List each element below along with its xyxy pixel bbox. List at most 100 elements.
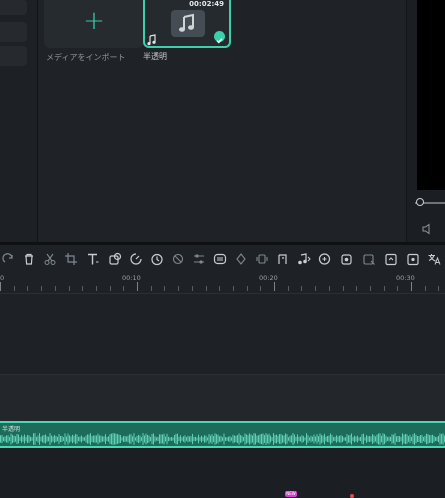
waveform-bar — [273, 433, 274, 445]
waveform-bar — [130, 434, 132, 444]
waveform-bar — [367, 436, 369, 442]
split-icon[interactable] — [43, 251, 57, 265]
waveform-bar — [40, 436, 42, 442]
ruler-label: 0 — [0, 274, 5, 282]
freeze-icon[interactable] — [171, 251, 185, 265]
ruler-label: 00:30 — [396, 274, 415, 282]
audio-clip[interactable]: 半透明 — [0, 421, 445, 448]
timeline-toolbar: NEW — [0, 245, 445, 498]
waveform-bar — [51, 435, 52, 443]
waveform-bar — [69, 435, 70, 443]
waveform-bar — [219, 436, 220, 442]
waveform-bar — [70, 436, 72, 442]
keyframe-icon[interactable] — [234, 251, 248, 265]
import-media-button[interactable]: + — [44, 0, 144, 48]
duration-icon[interactable] — [150, 251, 164, 266]
zoom-slider-handle[interactable] — [416, 198, 424, 206]
empty-track[interactable] — [0, 374, 445, 421]
waveform-bar — [57, 436, 58, 442]
waveform-bar — [304, 437, 306, 441]
waveform-bar — [352, 437, 354, 441]
waveform-bar — [124, 435, 126, 443]
waveform-bar — [382, 433, 384, 445]
import-media-label: メディアをインポート — [46, 53, 126, 62]
waveform-bar — [9, 437, 10, 441]
waveform-bar — [205, 435, 207, 443]
snapshot-icon[interactable] — [406, 251, 420, 266]
waveform-bar — [187, 435, 189, 443]
crop-icon[interactable] — [64, 251, 78, 265]
waveform-bar — [240, 435, 241, 443]
stabilize-icon[interactable] — [255, 251, 269, 265]
waveform-bar — [138, 434, 139, 444]
translate-icon[interactable] — [427, 251, 441, 265]
waveform-bar — [333, 437, 334, 441]
waveform-bar — [45, 434, 46, 444]
waveform-bar — [133, 433, 135, 445]
waveform-bar — [277, 435, 279, 443]
waveform-bar — [355, 436, 357, 442]
left-panel-item[interactable] — [0, 46, 27, 66]
waveform-bar — [4, 436, 6, 442]
audio-ducking-icon[interactable] — [318, 251, 332, 265]
ruler-tick — [123, 286, 125, 291]
waveform-bar — [228, 436, 229, 442]
waveform-bar — [63, 437, 64, 441]
beat-sync-icon[interactable] — [276, 251, 290, 265]
waveform-bar — [411, 436, 412, 442]
notification-dot — [350, 494, 354, 498]
ruler-tick — [41, 286, 43, 291]
waveform-bar — [345, 437, 346, 441]
adjust-icon[interactable] — [192, 251, 206, 265]
ruler-tick — [342, 286, 344, 291]
waveform-bar — [301, 435, 303, 443]
ruler-tick — [397, 286, 399, 291]
waveform-bar — [102, 436, 103, 442]
waveform-bar — [163, 433, 165, 445]
waveform-bar — [88, 434, 90, 444]
redo-icon[interactable] — [2, 251, 16, 265]
waveform-bar — [325, 436, 327, 442]
waveform-bar — [379, 433, 381, 445]
speed-icon[interactable] — [129, 251, 143, 265]
ruler-tick — [356, 286, 358, 291]
audio-stretch-icon[interactable] — [297, 251, 311, 265]
waveform-bar — [127, 435, 129, 443]
video-track[interactable] — [0, 294, 445, 374]
waveform-bar — [369, 435, 370, 443]
waveform-bar — [79, 436, 81, 442]
checkmark-icon — [214, 31, 225, 44]
waveform-bar — [6, 435, 7, 443]
waveform-bar — [319, 433, 321, 445]
ruler-tick — [328, 286, 330, 291]
waveform-bar — [361, 434, 363, 444]
volume-icon[interactable] — [421, 220, 433, 239]
waveform-bar — [7, 435, 9, 443]
waveform-bar — [49, 433, 51, 445]
waveform-bar — [420, 434, 421, 444]
left-panel-item[interactable] — [0, 22, 27, 42]
waveform-bar — [336, 435, 337, 443]
empty-track[interactable] — [0, 448, 445, 480]
text-icon[interactable] — [86, 251, 100, 265]
delete-icon[interactable] — [22, 251, 36, 265]
waveform-bar — [312, 436, 313, 442]
record-icon[interactable] — [340, 251, 354, 265]
export-frame-icon[interactable] — [384, 251, 398, 266]
waveform-bar — [12, 434, 13, 444]
waveform-bar — [328, 435, 330, 443]
mask-icon[interactable] — [108, 251, 122, 265]
ai-cutout-icon[interactable] — [213, 251, 227, 265]
timeline-ruler[interactable]: 0 00:10 00:20 00:30 — [0, 271, 445, 294]
waveform-bar — [117, 434, 118, 444]
waveform-bar — [249, 433, 250, 445]
left-panel-item[interactable] — [0, 0, 27, 15]
waveform-bar — [363, 433, 364, 445]
smart-cutout-icon[interactable] — [362, 251, 376, 265]
waveform-bar — [82, 437, 84, 441]
waveform-bar — [37, 435, 39, 443]
waveform-bar — [76, 434, 78, 444]
clip-duration: 00:02:49 — [189, 0, 224, 8]
waveform-bar — [126, 436, 127, 442]
waveform-bar — [280, 433, 282, 445]
